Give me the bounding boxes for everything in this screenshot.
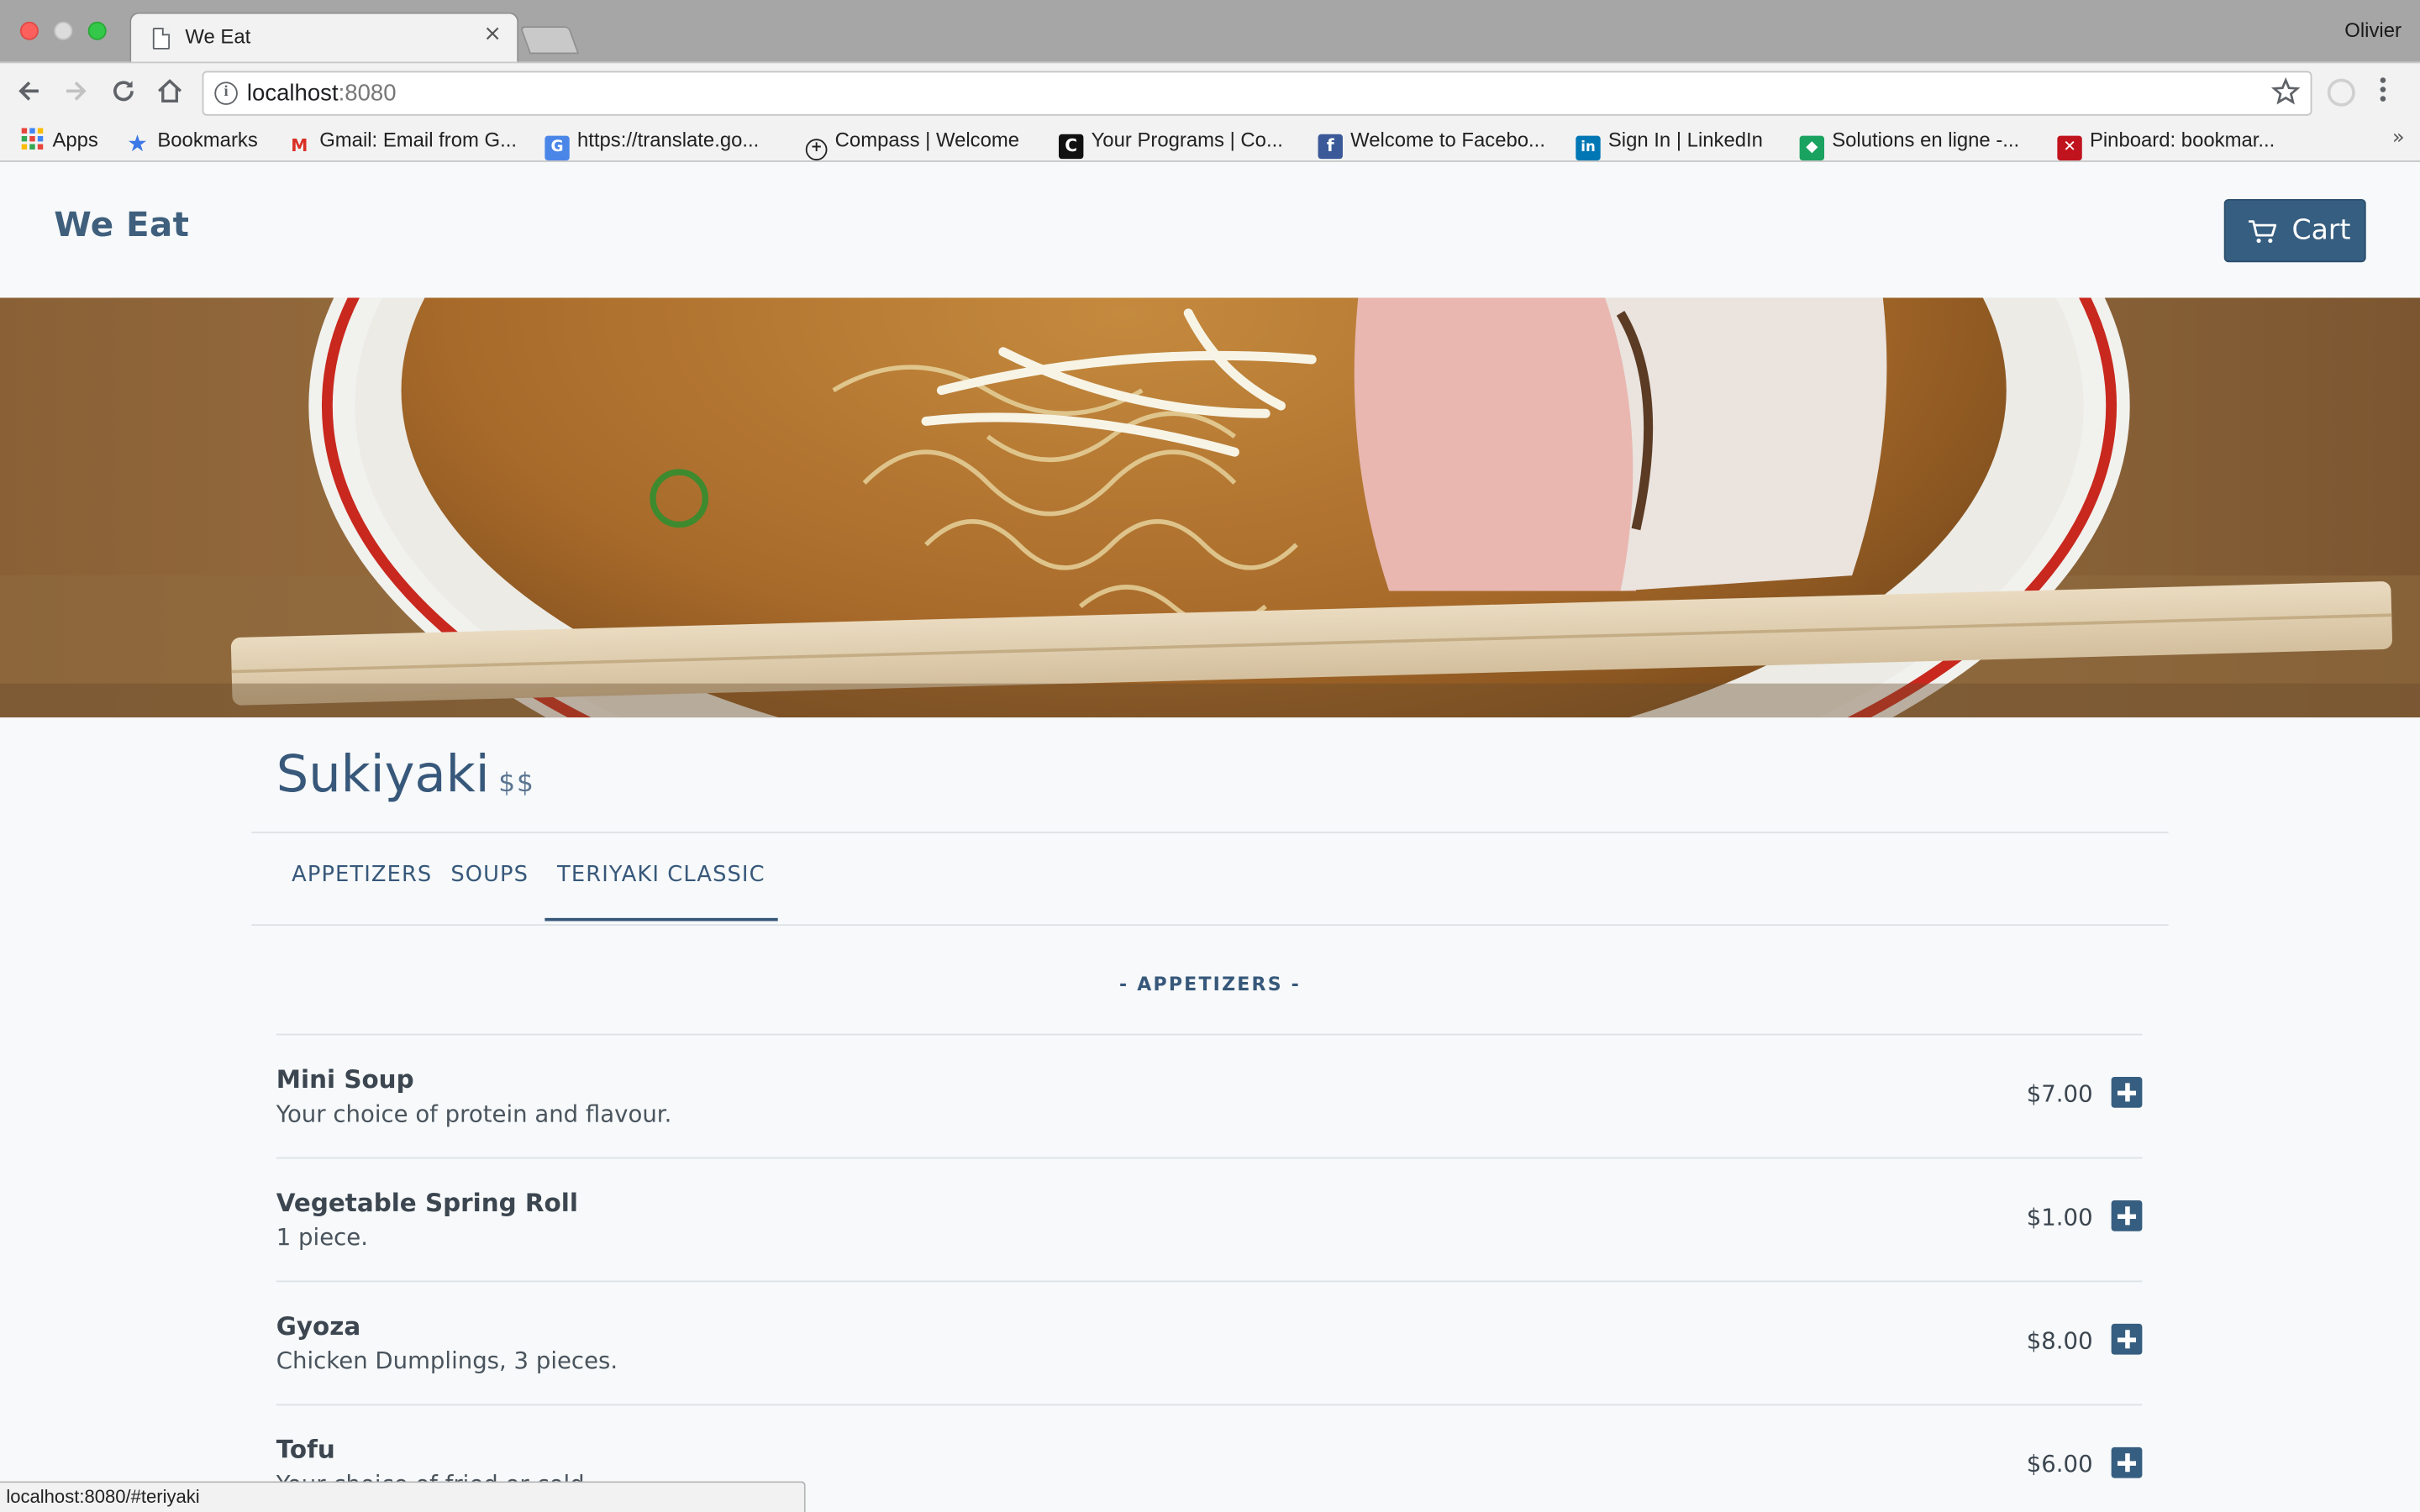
screen: We Eat × Olivier i localhost:8080 Apps ★… <box>0 0 2420 1512</box>
window-minimize-button[interactable] <box>54 21 73 40</box>
site-navbar: We Eat Cart <box>0 163 2420 298</box>
menu-item: Mini Soup Your choice of protein and fla… <box>276 1033 2143 1158</box>
bookmark-label: Compass | Welcome <box>834 128 1020 152</box>
cart-button[interactable]: Cart <box>2223 198 2366 263</box>
tab-title: We Eat <box>185 24 251 48</box>
menu-tabs: APPETIZERS SOUPS TERIYAKI CLASSIC <box>251 833 2168 926</box>
item-price: $7.00 <box>2026 1079 2093 1108</box>
bookmark-label: Sign In | LinkedIn <box>1607 128 1763 152</box>
google-translate-icon: G <box>544 135 570 161</box>
tab-label: TERIYAKI CLASSIC <box>557 862 765 888</box>
url-text: localhost:8080 <box>246 80 397 107</box>
star-icon: ★ <box>127 129 148 158</box>
site-info-icon[interactable]: i <box>214 81 238 105</box>
window-close-button[interactable] <box>19 21 39 40</box>
hero-image <box>0 297 2420 718</box>
bookmark-translate[interactable]: Ghttps://translate.go... <box>544 127 760 161</box>
bookmark-gmail[interactable]: M Gmail: Email from G... <box>287 127 517 155</box>
bookmark-label: Bookmarks <box>157 128 258 152</box>
item-name: Vegetable Spring Roll <box>276 1188 578 1218</box>
bookmark-codecademy[interactable]: C Your Programs | Co... <box>1059 127 1283 160</box>
status-bar-url: localhost:8080/#teriyaki <box>0 1481 806 1512</box>
bookmark-facebook[interactable]: f Welcome to Facebo... <box>1318 127 1545 160</box>
item-name: Mini Soup <box>276 1064 414 1095</box>
bookmark-apps[interactable]: Apps <box>20 127 98 155</box>
add-to-cart-icon[interactable] <box>2111 1323 2143 1355</box>
reload-icon[interactable] <box>108 76 139 107</box>
page: We Eat Cart Sukiyaki $$ APPETIZERS SOUPS… <box>0 163 2420 1512</box>
bookmark-linkedin[interactable]: in Sign In | LinkedIn <box>1576 127 1763 161</box>
tab-appetizers[interactable]: APPETIZERS <box>292 863 432 887</box>
item-name: Gyoza <box>276 1311 361 1341</box>
browser-toolbar: i localhost:8080 <box>0 61 2420 121</box>
bookmark-bookmarks[interactable]: ★ Bookmarks <box>125 127 258 155</box>
bookmark-label: Your Programs | Co... <box>1091 128 1283 152</box>
page-icon <box>152 28 171 50</box>
bookmark-label: Gmail: Email from G... <box>319 128 518 152</box>
ramen-bowl-illustration <box>0 297 2420 718</box>
bookmark-pinboard[interactable]: ✕ Pinboard: bookmar... <box>2057 127 2275 161</box>
item-description: Chicken Dumplings, 3 pieces. <box>276 1347 618 1375</box>
restaurant-name: Sukiyaki <box>276 743 490 804</box>
bookmark-label: Solutions en ligne -... <box>1832 128 2020 152</box>
cart-label: Cart <box>2291 214 2351 247</box>
bookmark-star-icon[interactable] <box>2270 76 2302 118</box>
add-to-cart-icon[interactable] <box>2111 1446 2143 1478</box>
gmail-icon: M <box>291 135 308 156</box>
window-maximize-button[interactable] <box>87 21 107 40</box>
tab-close-icon[interactable]: × <box>483 22 502 46</box>
forward-arrow-icon[interactable] <box>60 76 92 107</box>
extension-icon[interactable] <box>2327 78 2355 107</box>
add-to-cart-icon[interactable] <box>2111 1200 2143 1231</box>
linkedin-icon: in <box>1576 135 1601 161</box>
menu-item: Vegetable Spring Roll 1 piece. $1.00 <box>276 1157 2143 1281</box>
apps-grid-icon <box>20 127 45 151</box>
item-description: Your choice of protein and flavour. <box>276 1100 672 1128</box>
menu-list: Mini Soup Your choice of protein and fla… <box>276 1033 2143 1512</box>
browser-tab-active[interactable]: We Eat × <box>129 12 519 64</box>
pinboard-icon: ✕ <box>2057 135 2082 161</box>
bookmark-label: Pinboard: bookmar... <box>2089 128 2275 152</box>
tab-soups[interactable]: SOUPS <box>450 863 529 887</box>
item-price: $6.00 <box>2026 1450 2093 1478</box>
divider <box>251 924 2169 927</box>
solutions-icon: ◆ <box>1799 135 1825 161</box>
item-price: $1.00 <box>2026 1203 2093 1231</box>
more-menu-icon[interactable] <box>2378 74 2387 113</box>
codecademy-icon: C <box>1059 134 1084 160</box>
item-name: Tofu <box>276 1435 335 1465</box>
browser-tabstrip: We Eat × Olivier <box>0 0 2420 64</box>
new-tab-button[interactable] <box>519 26 580 55</box>
price-level: $$ <box>498 768 535 800</box>
address-bar[interactable]: i localhost:8080 <box>202 71 2312 118</box>
compass-icon: + <box>805 139 828 161</box>
add-to-cart-icon[interactable] <box>2111 1077 2143 1108</box>
menu-item: Gyoza Chicken Dumplings, 3 pieces. $8.00 <box>276 1280 2143 1404</box>
tab-teriyaki-classic[interactable]: TERIYAKI CLASSIC <box>544 833 778 921</box>
more-bookmarks-icon[interactable]: » <box>2392 127 2405 150</box>
brand-logo[interactable]: We Eat <box>54 207 189 245</box>
bookmark-compass[interactable]: + Compass | Welcome <box>805 127 1020 161</box>
bookmark-solutions[interactable]: ◆ Solutions en ligne -... <box>1799 127 2020 161</box>
bookmark-label: Apps <box>52 128 98 152</box>
item-description: 1 piece. <box>276 1223 369 1252</box>
bookmark-label: https://translate.go... <box>576 128 760 152</box>
section-title: - APPETIZERS - <box>1118 973 1302 995</box>
bookmark-label: Welcome to Facebo... <box>1350 128 1545 152</box>
facebook-icon: f <box>1318 134 1343 160</box>
cart-icon <box>2249 220 2277 244</box>
item-price: $8.00 <box>2026 1326 2093 1355</box>
back-arrow-icon[interactable] <box>14 76 45 107</box>
bookmarks-bar: Apps ★ Bookmarks M Gmail: Email from G... … <box>0 120 2420 162</box>
profile-name[interactable]: Olivier <box>2344 18 2402 42</box>
home-icon[interactable] <box>155 76 186 107</box>
